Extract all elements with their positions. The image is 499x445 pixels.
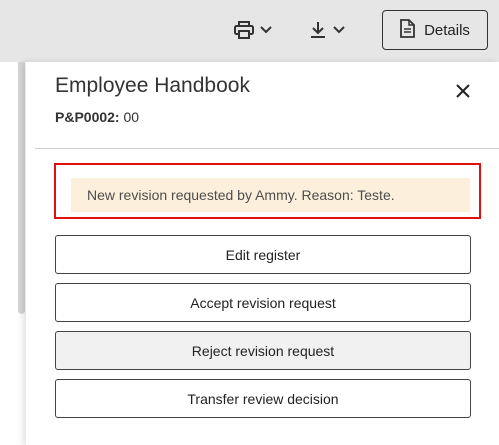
close-button[interactable] [452,82,474,104]
printer-icon [234,21,254,39]
document-code-value: 00 [123,109,140,125]
accept-revision-button[interactable]: Accept revision request [55,283,471,322]
print-menu-button[interactable] [234,14,272,46]
document-icon [400,18,415,42]
download-icon [309,21,327,39]
download-menu-button[interactable] [309,14,345,46]
divider [35,148,499,149]
reject-revision-button[interactable]: Reject revision request [55,331,471,370]
details-panel: Employee Handbook P&P0002: 00 New revisi… [26,62,499,445]
details-button-label: Details [424,21,470,39]
document-code: P&P0002: 00 [55,109,139,125]
close-icon [456,83,470,103]
document-code-label: P&P0002: [55,109,120,125]
scrollbar[interactable] [18,62,25,314]
page-title: Employee Handbook [55,74,250,97]
revision-notice: New revision requested by Ammy. Reason: … [71,178,470,212]
chevron-down-icon [333,26,345,34]
chevron-down-icon [260,26,272,34]
top-toolbar: Details [0,0,499,62]
details-button[interactable]: Details [382,10,488,50]
transfer-review-button[interactable]: Transfer review decision [55,379,471,418]
edit-register-button[interactable]: Edit register [55,235,471,274]
